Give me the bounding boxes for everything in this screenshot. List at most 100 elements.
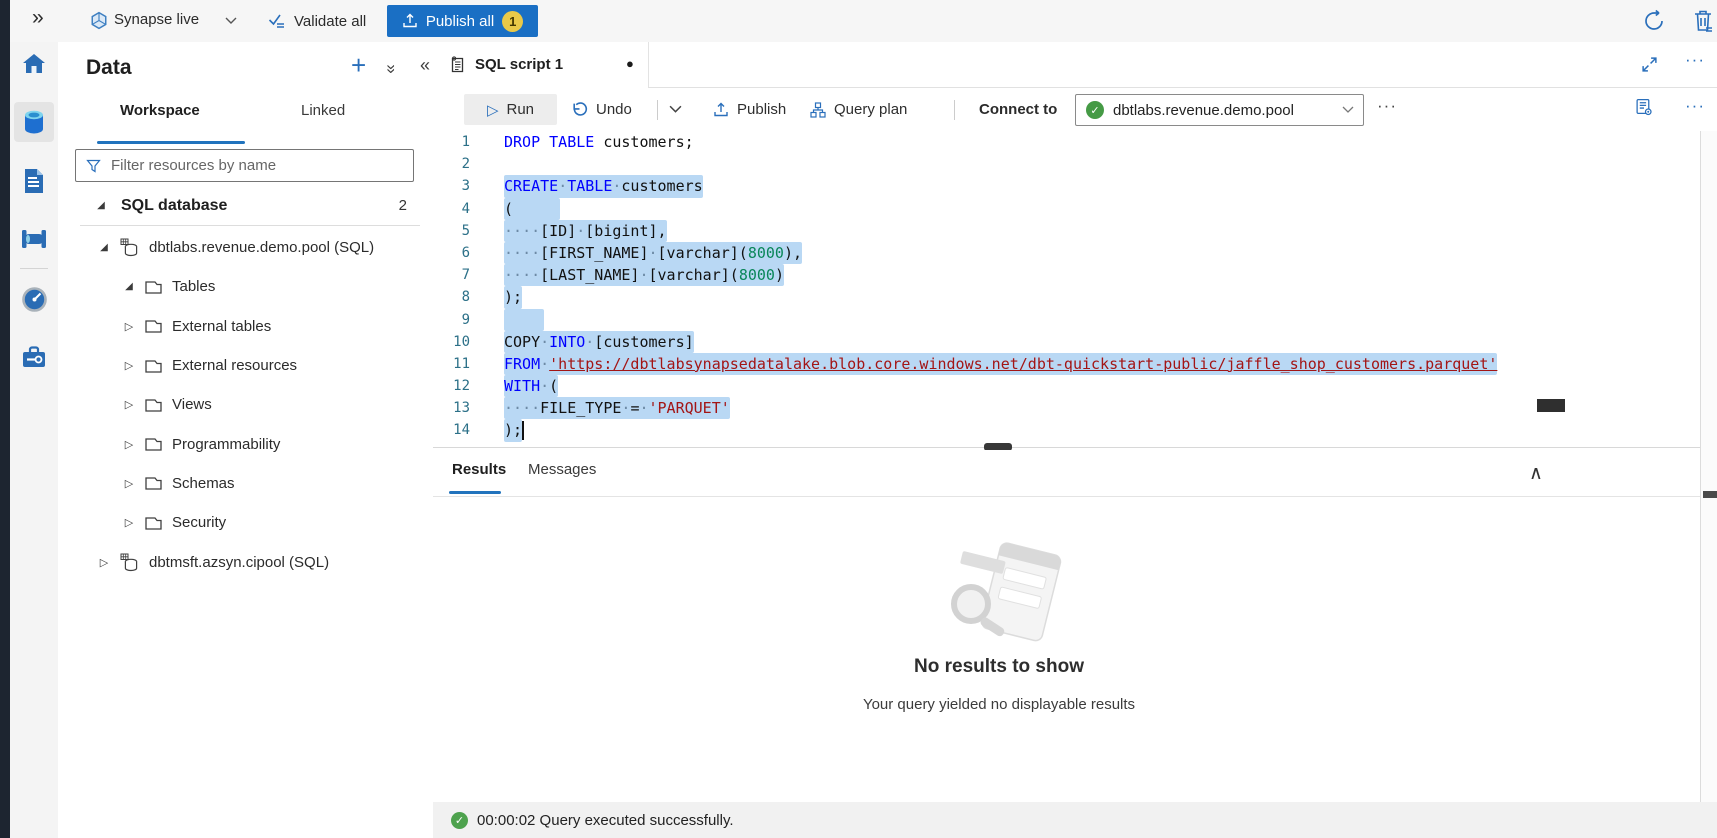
- filter-funnel-icon: [86, 159, 101, 173]
- code-line[interactable]: 6····[FIRST_NAME]·[varchar](8000),: [433, 242, 1717, 264]
- validate-all-button[interactable]: Validate all: [268, 8, 366, 34]
- scrollbar-cursor-marker[interactable]: [1537, 399, 1565, 412]
- collapse-all-icon[interactable]: »: [382, 64, 402, 71]
- query-plan-button[interactable]: Query plan: [810, 94, 907, 125]
- code-line[interactable]: 10COPY·INTO·[customers]: [433, 331, 1717, 353]
- environment-selector[interactable]: Synapse live: [114, 11, 199, 28]
- trash-icon[interactable]: [1691, 8, 1715, 34]
- tree-item-tables[interactable]: ◢Tables: [58, 267, 433, 306]
- connect-to-dropdown[interactable]: ✓ dbtlabs.revenue.demo.pool: [1075, 94, 1364, 126]
- code-line[interactable]: 14);: [433, 419, 1717, 441]
- collapse-results-icon[interactable]: ∧: [1529, 462, 1543, 485]
- tree-item-security[interactable]: ▷Security: [58, 503, 433, 542]
- properties-icon[interactable]: [1635, 98, 1653, 116]
- tab-results[interactable]: Results: [452, 461, 506, 478]
- publish-button[interactable]: Publish: [713, 94, 786, 125]
- tree-item-external-resources[interactable]: ▷External resources: [58, 346, 433, 385]
- tab-messages[interactable]: Messages: [528, 461, 596, 478]
- chevron-down-icon[interactable]: [225, 17, 237, 25]
- tree-root-label: SQL database: [121, 197, 227, 215]
- line-number: 7: [433, 264, 470, 286]
- rail-develop-icon[interactable]: [14, 161, 54, 201]
- code-line[interactable]: 9: [433, 309, 1717, 331]
- filter-resources-input[interactable]: [109, 156, 413, 175]
- expand-twisty-icon[interactable]: ▷: [122, 477, 136, 490]
- expand-twisty-icon[interactable]: ▷: [122, 438, 136, 451]
- code-line[interactable]: 7····[LAST_NAME]·[varchar](8000): [433, 264, 1717, 286]
- line-number: 14: [433, 419, 470, 441]
- run-options-chevron-icon[interactable]: [669, 105, 682, 114]
- run-button[interactable]: ▷ Run: [464, 94, 557, 125]
- expand-nav-icon[interactable]: »: [32, 6, 44, 30]
- empty-state-title: No results to show: [749, 656, 1249, 678]
- query-plan-label: Query plan: [834, 101, 907, 118]
- tab-sql-script-1[interactable]: SQL script 1: [433, 42, 649, 87]
- rail-data-icon[interactable]: [14, 102, 54, 142]
- collapse-twisty-icon[interactable]: ◢: [97, 242, 111, 253]
- tree-item-programmability[interactable]: ▷Programmability: [58, 424, 433, 463]
- rail-monitor-icon[interactable]: [14, 279, 54, 319]
- hub-rail: [10, 42, 59, 838]
- expand-twisty-icon[interactable]: ▷: [122, 398, 136, 411]
- rail-manage-icon[interactable]: [14, 337, 54, 377]
- undo-button[interactable]: Undo: [571, 94, 632, 125]
- rail-divider: [20, 268, 48, 269]
- code-line[interactable]: 4(: [433, 198, 1717, 220]
- code-line[interactable]: 12WITH·(: [433, 375, 1717, 397]
- editor-toolbar: ▷ Run Undo Publish Query plan Connect to: [433, 88, 1717, 132]
- toolbar-separator: [954, 100, 955, 120]
- panel-splitter[interactable]: [433, 447, 1717, 448]
- code-line[interactable]: 11FROM·'https://dbtlabsynapsedatalake.bl…: [433, 353, 1717, 375]
- filter-resources-box[interactable]: [75, 149, 414, 182]
- active-tab-underline: [449, 491, 501, 494]
- tab-more-icon[interactable]: ···: [1685, 50, 1705, 70]
- code-line[interactable]: 13····FILE_TYPE·=·'PARQUET': [433, 397, 1717, 419]
- scrollbar-thumb[interactable]: [1703, 491, 1717, 498]
- toolbar-overflow-icon[interactable]: ···: [1685, 96, 1705, 116]
- document-tab-row: SQL script 1 ● ···: [433, 42, 1717, 88]
- results-panel: Results Messages ∧ No results to show Yo…: [433, 450, 1717, 802]
- expand-editor-icon[interactable]: [1641, 56, 1658, 73]
- tree-item-sql-database[interactable]: ◢ SQL database 2: [58, 186, 433, 225]
- status-bar: ✓ 00:00:02 Query executed successfully.: [433, 802, 1717, 838]
- line-number: 12: [433, 375, 470, 397]
- scrollbar-track[interactable]: [1700, 131, 1717, 802]
- line-number: 2: [433, 153, 470, 175]
- tab-workspace[interactable]: Workspace: [120, 102, 200, 119]
- rail-integrate-icon[interactable]: [14, 219, 54, 259]
- toolbar-more-icon[interactable]: ···: [1377, 96, 1397, 116]
- toolbar-separator: [657, 100, 658, 120]
- collapse-panel-icon[interactable]: «: [420, 55, 430, 76]
- code-line[interactable]: 3CREATE·TABLE·customers: [433, 175, 1717, 197]
- code-line[interactable]: 5····[ID]·[bigint],: [433, 220, 1717, 242]
- validate-check-icon: [268, 13, 286, 29]
- collapse-twisty-icon[interactable]: ◢: [94, 200, 108, 211]
- line-number: 9: [433, 309, 470, 331]
- tree-item-dbtlabs-revenue-demo-pool-sql-[interactable]: ◢ dbtlabs.revenue.demo.pool (SQL): [58, 228, 433, 267]
- refresh-icon[interactable]: [1642, 9, 1666, 33]
- code-line[interactable]: 2: [433, 153, 1717, 175]
- tree-item-label: dbtlabs.revenue.demo.pool (SQL): [149, 239, 374, 256]
- undo-icon: [571, 101, 588, 118]
- expand-twisty-icon[interactable]: ▷: [97, 556, 111, 569]
- add-resource-icon[interactable]: +: [351, 52, 366, 78]
- tree-item-views[interactable]: ▷ Views: [58, 385, 433, 424]
- tab-linked[interactable]: Linked: [301, 102, 345, 119]
- active-tab-underline: [97, 141, 245, 144]
- connection-name: dbtlabs.revenue.demo.pool: [1113, 102, 1342, 119]
- folder-icon: [145, 437, 162, 451]
- code-line[interactable]: 1DROP TABLE customers;: [433, 131, 1717, 153]
- expand-twisty-icon[interactable]: ▷: [122, 320, 136, 333]
- code-line[interactable]: 8);: [433, 286, 1717, 308]
- code-editor[interactable]: 1DROP TABLE customers;23CREATE·TABLE·cus…: [433, 131, 1717, 447]
- publish-all-button[interactable]: Publish all 1: [387, 5, 538, 37]
- expand-twisty-icon[interactable]: ▷: [122, 516, 136, 529]
- tree-item-label: Views: [172, 396, 212, 413]
- rail-home-icon[interactable]: [14, 44, 54, 84]
- collapse-twisty-icon[interactable]: ◢: [122, 281, 136, 292]
- tree-item-dbtmsft-azsyn-cipool-sql-[interactable]: ▷ dbtmsft.azsyn.cipool (SQL): [58, 542, 433, 581]
- tree-item-label: dbtmsft.azsyn.cipool (SQL): [149, 554, 329, 571]
- expand-twisty-icon[interactable]: ▷: [122, 359, 136, 372]
- tree-item-external-tables[interactable]: ▷External tables: [58, 307, 433, 346]
- tree-item-schemas[interactable]: ▷Schemas: [58, 464, 433, 503]
